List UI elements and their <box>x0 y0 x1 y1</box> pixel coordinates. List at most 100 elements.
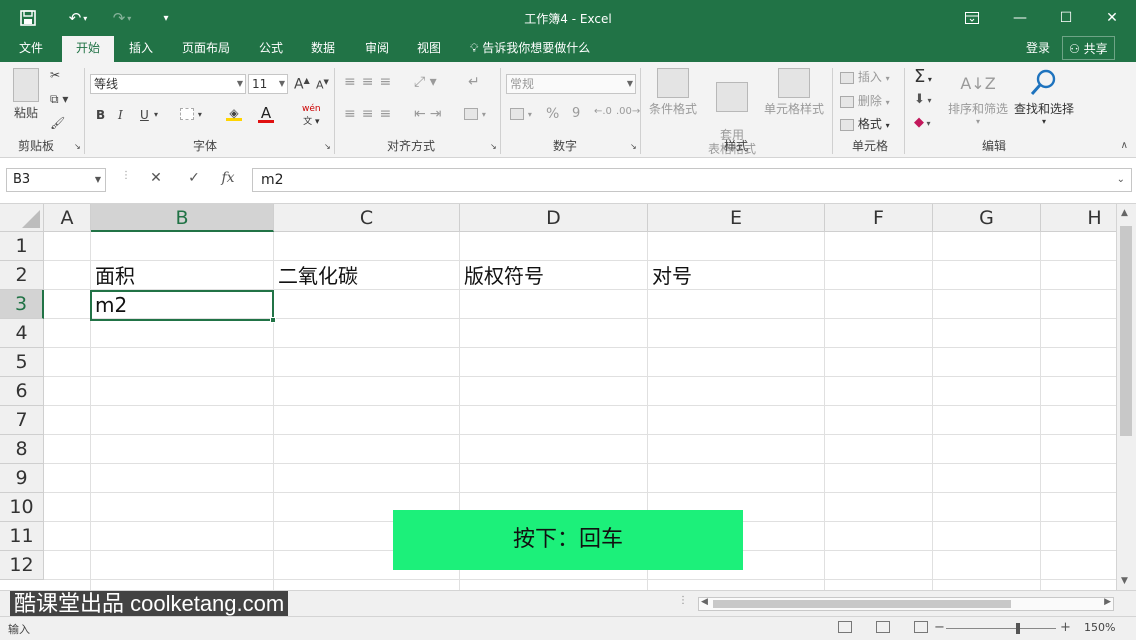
row-header-1[interactable]: 1 <box>0 232 44 261</box>
scroll-left-icon[interactable]: ◀ <box>701 597 708 607</box>
tab-page-layout[interactable]: 页面布局 <box>172 36 240 62</box>
autosum-button[interactable]: Σ ▾ <box>914 66 932 87</box>
tab-review[interactable]: 审阅 <box>354 36 400 62</box>
grow-font-button[interactable]: A▲ <box>294 76 310 93</box>
insert-cells-button[interactable]: 插入 ▾ <box>840 68 890 85</box>
cancel-entry-icon[interactable]: ✕ <box>146 170 166 186</box>
fill-icon[interactable]: ⬇ ▾ <box>914 92 931 107</box>
zoom-slider[interactable] <box>946 628 1056 629</box>
number-launcher-icon[interactable]: ↘ <box>630 142 637 151</box>
tab-home[interactable]: 开始 <box>62 36 114 62</box>
horizontal-scroll-thumb[interactable] <box>713 600 1011 608</box>
vertical-align-icons[interactable]: ≡≡≡ <box>344 74 397 90</box>
vertical-scroll-thumb[interactable] <box>1120 226 1132 436</box>
page-layout-view-icon[interactable] <box>876 621 890 633</box>
italic-button[interactable]: I <box>118 108 123 122</box>
decrease-decimal-icon[interactable]: .00→ <box>616 106 640 117</box>
wrap-text-icon[interactable]: ↵ <box>468 74 480 90</box>
paste-button[interactable]: 粘贴 <box>8 68 44 121</box>
zoom-slider-thumb[interactable] <box>1016 623 1020 634</box>
cut-icon[interactable]: ✂ <box>50 68 60 82</box>
row-header-9[interactable]: 9 <box>0 464 44 493</box>
column-header-g[interactable]: G <box>933 204 1041 232</box>
horizontal-align-icons[interactable]: ≡≡≡ <box>344 106 397 122</box>
clipboard-launcher-icon[interactable]: ↘ <box>74 142 81 151</box>
underline-button[interactable]: U <box>140 108 149 122</box>
format-cells-button[interactable]: 格式 ▾ <box>840 115 890 132</box>
tab-formulas[interactable]: 公式 <box>248 36 294 62</box>
find-select-button[interactable]: 查找和选择 ▾ <box>1012 68 1076 126</box>
column-header-a[interactable]: A <box>44 204 91 232</box>
tell-me-search[interactable]: 💡︎ 告诉我你想要做什么 <box>470 36 590 62</box>
tab-insert[interactable]: 插入 <box>118 36 164 62</box>
font-color-icon[interactable]: A <box>258 104 274 123</box>
font-launcher-icon[interactable]: ↘ <box>324 142 331 151</box>
collapse-ribbon-icon[interactable]: ∧ <box>1121 140 1128 151</box>
share-button[interactable]: ⚇ 共享 <box>1062 36 1115 60</box>
delete-cells-button[interactable]: 删除 ▾ <box>840 92 890 109</box>
tab-file[interactable]: 文件 <box>8 36 54 62</box>
row-header-10[interactable]: 10 <box>0 493 44 522</box>
row-header-4[interactable]: 4 <box>0 319 44 348</box>
sort-filter-button[interactable]: A↓Z 排序和筛选 ▾ <box>946 68 1010 126</box>
zoom-level[interactable]: 150% <box>1084 621 1115 634</box>
row-header-5[interactable]: 5 <box>0 348 44 377</box>
font-name-combo[interactable]: 等线 ▼ <box>90 74 246 94</box>
tab-data[interactable]: 数据 <box>300 36 346 62</box>
column-header-c[interactable]: C <box>274 204 460 232</box>
column-header-e[interactable]: E <box>648 204 825 232</box>
cell-c2[interactable]: 二氧化碳 <box>274 261 459 290</box>
close-icon[interactable]: ✕ <box>1090 0 1134 36</box>
conditional-formatting-button[interactable]: 条件格式 <box>646 68 700 117</box>
increase-decimal-icon[interactable]: ←.0 <box>594 106 612 117</box>
indent-icons[interactable]: ⇤⇥ <box>414 106 445 122</box>
maximize-icon[interactable]: ☐ <box>1044 0 1088 36</box>
scroll-right-icon[interactable]: ▶ <box>1104 597 1111 607</box>
row-header-2[interactable]: 2 <box>0 261 44 290</box>
underline-dropdown-icon[interactable]: ▾ <box>154 110 158 119</box>
number-format-combo[interactable]: 常规 ▼ <box>506 74 636 94</box>
formula-input[interactable]: m2 ⌄ <box>252 168 1132 192</box>
row-header-3[interactable]: 3 <box>0 290 44 319</box>
vertical-scrollbar[interactable]: ▲ ▼ <box>1116 204 1136 590</box>
phonetic-guide-icon[interactable]: wén 文 ▾ <box>302 104 321 127</box>
bold-button[interactable]: B <box>96 108 105 122</box>
login-link[interactable]: 登录 <box>1026 36 1050 62</box>
confirm-entry-icon[interactable]: ✓ <box>184 170 204 186</box>
row-header-11[interactable]: 11 <box>0 522 44 551</box>
tab-view[interactable]: 视图 <box>406 36 452 62</box>
row-header-7[interactable]: 7 <box>0 406 44 435</box>
horizontal-scrollbar[interactable]: ◀ ▶ <box>698 597 1114 611</box>
page-break-view-icon[interactable] <box>914 621 928 633</box>
column-header-b[interactable]: B <box>91 204 274 232</box>
cell-b2[interactable]: 面积 <box>91 261 273 290</box>
ribbon-display-options-icon[interactable] <box>950 0 994 36</box>
font-size-combo[interactable]: 11 ▼ <box>248 74 288 94</box>
zoom-out-button[interactable]: − <box>934 620 945 635</box>
column-header-h[interactable]: H <box>1041 204 1116 232</box>
format-painter-icon[interactable]: 🖌︎ <box>50 116 65 130</box>
column-header-f[interactable]: F <box>825 204 933 232</box>
accounting-format-icon[interactable]: ▾ <box>510 106 532 120</box>
minimize-icon[interactable]: — <box>998 0 1042 36</box>
scroll-down-icon[interactable]: ▼ <box>1121 576 1128 586</box>
clear-icon[interactable]: ◆ ▾ <box>914 115 931 130</box>
cell-e2[interactable]: 对号 <box>648 261 824 290</box>
border-icon[interactable]: ▾ <box>180 106 202 120</box>
zoom-in-button[interactable]: + <box>1060 620 1071 635</box>
column-header-d[interactable]: D <box>460 204 648 232</box>
fill-color-icon[interactable]: ◈ <box>226 106 242 121</box>
cell-d2[interactable]: 版权符号 <box>460 261 647 290</box>
row-header-12[interactable]: 12 <box>0 551 44 580</box>
percent-style-button[interactable]: % <box>546 106 559 122</box>
tab-split-handle[interactable]: ⋮ <box>678 595 688 606</box>
orientation-icon[interactable]: ⤢ ▾ <box>414 74 437 90</box>
shrink-font-button[interactable]: A▼ <box>316 78 329 92</box>
scroll-up-icon[interactable]: ▲ <box>1121 208 1128 218</box>
cell-styles-button[interactable]: 单元格样式 <box>764 68 824 117</box>
name-box[interactable]: B3 ▼ <box>6 168 106 192</box>
row-header-6[interactable]: 6 <box>0 377 44 406</box>
row-header-8[interactable]: 8 <box>0 435 44 464</box>
comma-style-button[interactable]: 9 <box>572 106 580 121</box>
select-all-button[interactable] <box>0 204 44 232</box>
